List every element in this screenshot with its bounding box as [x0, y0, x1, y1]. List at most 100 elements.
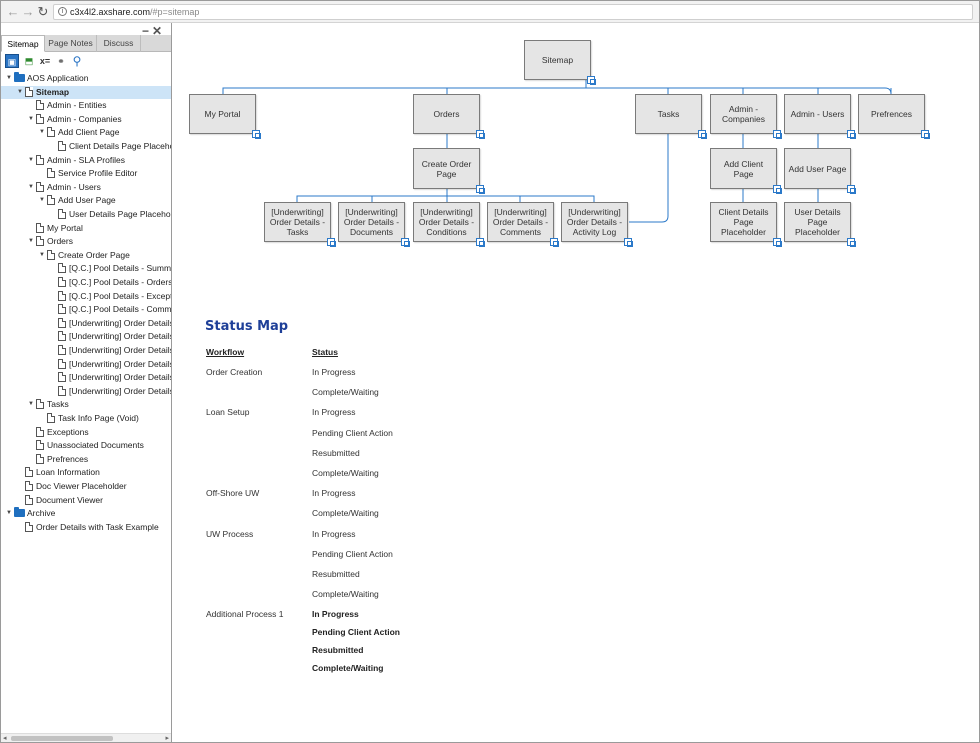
link-icon[interactable]: [401, 238, 410, 247]
tree-item[interactable]: User Details Page Placehol: [1, 208, 171, 221]
tab-sitemap[interactable]: Sitemap: [1, 35, 45, 52]
sitemap-node-uw-comments[interactable]: [Underwriting] Order Details - Comments: [487, 202, 554, 242]
sitemap-node-client-details[interactable]: Client Details Page Placeholder: [710, 202, 777, 242]
scroll-left-icon[interactable]: ◂: [3, 734, 7, 742]
sitemap-node-admin-companies[interactable]: Admin - Companies: [710, 94, 777, 134]
link-icon[interactable]: [773, 130, 782, 139]
sitemap-node-admin-users[interactable]: Admin - Users: [784, 94, 851, 134]
tree-item[interactable]: Document Viewer: [1, 494, 171, 507]
tree-item[interactable]: Unassociated Documents: [1, 439, 171, 452]
link-icon[interactable]: [476, 130, 485, 139]
sitemap-node-tasks[interactable]: Tasks: [635, 94, 702, 134]
tab-page-notes[interactable]: Page Notes: [45, 35, 97, 52]
link-icon[interactable]: [252, 130, 261, 139]
sitemap-node-uw-activity-log[interactable]: [Underwriting] Order Details - Activity …: [561, 202, 628, 242]
link-icon[interactable]: [476, 185, 485, 194]
tree-item[interactable]: [Underwriting] Order Details: [1, 358, 171, 371]
link-icon[interactable]: [921, 130, 930, 139]
tree-item[interactable]: ▼ Admin - SLA Profiles: [1, 154, 171, 167]
tree-item[interactable]: [Underwriting] Order Details: [1, 344, 171, 357]
tree-item[interactable]: ▼ Admin - Users: [1, 181, 171, 194]
tree-item[interactable]: [Q.C.] Pool Details - Excepti: [1, 290, 171, 303]
tree-item[interactable]: ▼ Archive: [1, 507, 171, 520]
tree-item[interactable]: Doc Viewer Placeholder: [1, 480, 171, 493]
expand-toggle-icon[interactable]: ▼: [5, 72, 13, 85]
tree-item-label: Unassociated Documents: [47, 440, 144, 451]
tree-item[interactable]: [Underwriting] Order Details: [1, 385, 171, 398]
link-icon[interactable]: [773, 238, 782, 247]
tree-item[interactable]: ▼ Admin - Companies: [1, 113, 171, 126]
sitemap-node-user-details[interactable]: User Details Page Placeholder: [784, 202, 851, 242]
link-icon[interactable]: [698, 130, 707, 139]
tree-item[interactable]: [Underwriting] Order Details: [1, 317, 171, 330]
sitemap-node-root[interactable]: Sitemap: [524, 40, 591, 80]
highlight-interactions-icon[interactable]: ⬒: [22, 54, 36, 68]
link-icon[interactable]: [847, 185, 856, 194]
variables-icon[interactable]: x=: [38, 54, 52, 68]
link-icon[interactable]: ⚭: [54, 54, 68, 68]
url-input[interactable]: i c3x4l2.axshare.com/#p=sitemap: [53, 4, 973, 20]
link-icon[interactable]: [476, 238, 485, 247]
sitemap-node-my-portal[interactable]: My Portal: [189, 94, 256, 134]
expand-toggle-icon[interactable]: ▼: [27, 398, 35, 411]
sitemap-node-add-user[interactable]: Add User Page: [784, 148, 851, 189]
sitemap-node-uw-conditions[interactable]: [Underwriting] Order Details - Condition…: [413, 202, 480, 242]
tree-item[interactable]: [Underwriting] Order Details: [1, 371, 171, 384]
link-icon[interactable]: [847, 238, 856, 247]
scroll-right-icon[interactable]: ▸: [165, 734, 169, 742]
expand-toggle-icon[interactable]: ▼: [38, 194, 46, 207]
tree-item[interactable]: ▼ Add Client Page: [1, 126, 171, 139]
tree-item[interactable]: Client Details Page Placeho: [1, 140, 171, 153]
expand-toggle-icon[interactable]: ▼: [38, 249, 46, 262]
link-icon[interactable]: [773, 185, 782, 194]
tree-item[interactable]: Prefrences: [1, 453, 171, 466]
search-icon[interactable]: ⚲: [70, 54, 84, 68]
tree-item[interactable]: Task Info Page (Void): [1, 412, 171, 425]
link-icon[interactable]: [327, 238, 336, 247]
tree-item[interactable]: [Q.C.] Pool Details - Summa: [1, 262, 171, 275]
link-icon[interactable]: [624, 238, 633, 247]
back-icon[interactable]: ←: [5, 4, 21, 20]
sitemap-node-uw-tasks[interactable]: [Underwriting] Order Details - Tasks: [264, 202, 331, 242]
expand-toggle-icon[interactable]: ▼: [5, 507, 13, 520]
sitemap-node-prefrences[interactable]: Prefrences: [858, 94, 925, 134]
link-icon[interactable]: [550, 238, 559, 247]
sitemap-node-orders[interactable]: Orders: [413, 94, 480, 134]
scrollbar-thumb[interactable]: [11, 736, 113, 741]
tree-item[interactable]: [Underwriting] Order Details: [1, 330, 171, 343]
tree-item[interactable]: Exceptions: [1, 426, 171, 439]
tree-item[interactable]: ▼ Tasks: [1, 398, 171, 411]
tree-item[interactable]: [Q.C.] Pool Details - Orders: [1, 276, 171, 289]
tree-item[interactable]: ▼ AOS Application: [1, 72, 171, 85]
expand-toggle-icon[interactable]: ▼: [27, 181, 35, 194]
info-icon[interactable]: i: [58, 7, 67, 16]
sitemap-node-add-client[interactable]: Add Client Page: [710, 148, 777, 189]
tree-item-label: User Details Page Placehol: [69, 209, 171, 219]
tree-item[interactable]: My Portal: [1, 222, 171, 235]
expand-toggle-icon[interactable]: ▼: [27, 154, 35, 167]
tab-discuss[interactable]: Discuss: [97, 35, 141, 52]
reload-icon[interactable]: ↻: [35, 4, 51, 20]
tree-item[interactable]: Loan Information: [1, 466, 171, 479]
tree-item[interactable]: Admin - Entities: [1, 99, 171, 112]
tree-item[interactable]: ▼ Sitemap: [1, 85, 171, 99]
sitemap-node-create-order[interactable]: Create Order Page: [413, 148, 480, 189]
tree-item-label: [Underwriting] Order Details: [69, 358, 171, 369]
horizontal-scrollbar[interactable]: ◂ ▸: [1, 733, 171, 742]
expand-toggle-icon[interactable]: ▼: [16, 86, 24, 99]
tree-item[interactable]: ▼ Add User Page: [1, 194, 171, 207]
expand-toggle-icon[interactable]: ▼: [38, 126, 46, 139]
expand-toggle-icon[interactable]: ▼: [27, 235, 35, 248]
tree-item[interactable]: ▼ Create Order Page: [1, 249, 171, 262]
tree-item[interactable]: ▼ Orders: [1, 235, 171, 248]
tree-item[interactable]: Service Profile Editor: [1, 167, 171, 180]
link-icon[interactable]: [587, 76, 596, 85]
forward-icon[interactable]: →: [20, 4, 36, 20]
link-icon[interactable]: [847, 130, 856, 139]
tree-item-label: Sitemap: [36, 86, 70, 97]
tree-item[interactable]: [Q.C.] Pool Details - Comme: [1, 303, 171, 316]
sitemap-node-uw-documents[interactable]: [Underwriting] Order Details - Documents: [338, 202, 405, 242]
expand-toggle-icon[interactable]: ▼: [27, 113, 35, 126]
adaptive-view-icon[interactable]: ▣: [5, 54, 19, 68]
tree-item[interactable]: Order Details with Task Example: [1, 521, 171, 534]
